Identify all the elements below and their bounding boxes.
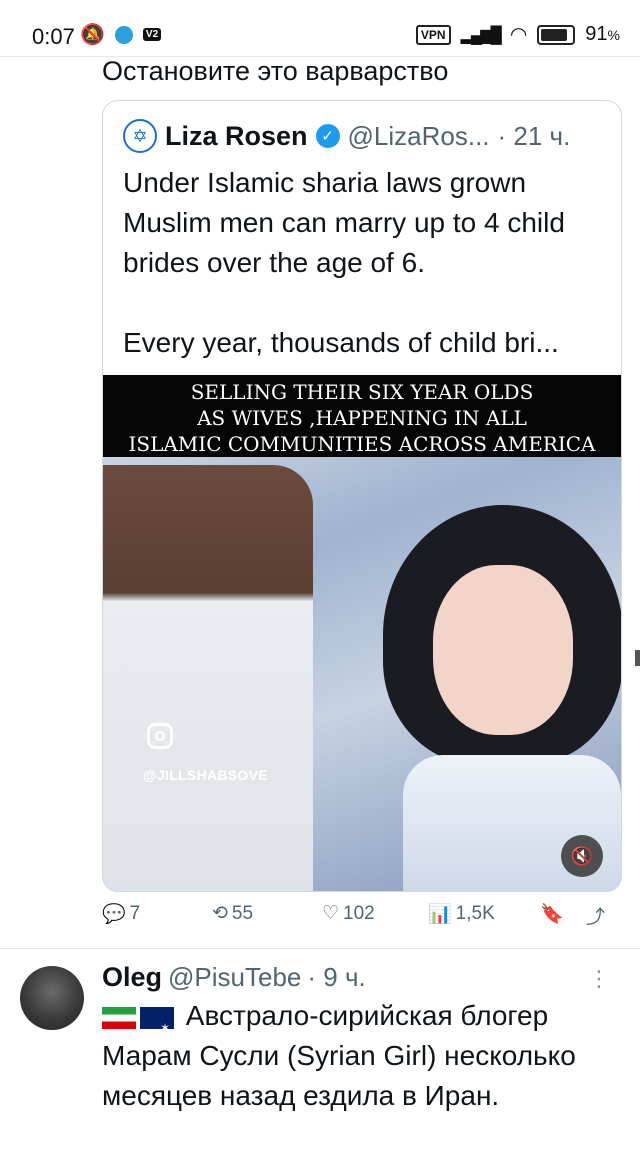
mute-button[interactable]: 🔇 bbox=[561, 835, 603, 877]
video-girl-face bbox=[433, 565, 573, 735]
views-count: 1,5K bbox=[455, 903, 495, 924]
video-watermark: @JILLSHABSOVE bbox=[143, 767, 268, 783]
like-count: 102 bbox=[343, 902, 375, 924]
banner-line: ISLAMIC COMMUNITIES ACROSS AMERICA bbox=[128, 432, 596, 456]
quoted-tweet-paragraph: Every year, thousands of child bri... bbox=[123, 327, 559, 358]
status-icons-left: 🔕 V2 bbox=[80, 22, 162, 47]
quoted-tweet-card[interactable]: ✡ Liza Rosen ✓ @LizaRos... · 21 ч. Under… bbox=[102, 100, 622, 892]
signal-icon: ▂▄▆█ bbox=[460, 26, 502, 44]
australia-flag-icon bbox=[140, 1006, 174, 1048]
status-icons-right: VPN ▂▄▆█ ◠ 91% bbox=[415, 22, 620, 47]
quoted-tweet-time: · 21 ч. bbox=[497, 120, 571, 151]
reply-author-name[interactable]: Oleg bbox=[102, 962, 162, 993]
reply-author-avatar[interactable] bbox=[20, 966, 84, 1030]
retweet-button[interactable]: ⟲ 55 bbox=[212, 902, 253, 925]
telegram-icon bbox=[114, 25, 133, 44]
reply-button[interactable]: 💬 7 bbox=[102, 902, 140, 926]
banner-line: SELLING THEIR SIX YEAR OLDS bbox=[190, 380, 534, 404]
quoted-tweet-paragraph: Under Islamic sharia laws grown Muslim m… bbox=[123, 167, 565, 278]
reply-icon: 💬 bbox=[102, 904, 126, 925]
reply-header: Oleg @PisuTebe · 9 ч. bbox=[102, 962, 366, 993]
heart-icon: ♡ bbox=[322, 903, 340, 924]
quoted-author-name[interactable]: Liza Rosen bbox=[165, 121, 308, 152]
views-button[interactable]: 📊 1,5K bbox=[428, 902, 495, 926]
instagram-icon bbox=[147, 723, 173, 749]
v2-icon: V2 bbox=[142, 28, 162, 41]
do-not-disturb-icon: 🔕 bbox=[80, 24, 105, 46]
verified-badge-icon: ✓ bbox=[315, 124, 340, 148]
wifi-icon: ◠ bbox=[509, 24, 528, 46]
status-time: 0:07 bbox=[32, 24, 75, 49]
reply-author-handle[interactable]: @PisuTebe bbox=[168, 962, 301, 993]
bookmark-button[interactable]: 🔖 bbox=[540, 902, 564, 926]
like-button[interactable]: ♡ 102 bbox=[322, 902, 375, 925]
reply-time: · 9 ч. bbox=[307, 962, 366, 992]
video-caption-banner: SELLING THEIR SIX YEAR OLDS AS WIVES ,HA… bbox=[103, 375, 621, 457]
quoted-author-handle[interactable]: @LizaRos... bbox=[348, 121, 490, 152]
reply-text: Австрало-сирийская блогер Марам Сусли (S… bbox=[102, 996, 622, 1116]
iran-flag-icon bbox=[102, 1006, 136, 1029]
tweet-divider bbox=[0, 948, 640, 949]
status-bar: 0:07 🔕 V2 VPN ▂▄▆█ ◠ 91% bbox=[0, 0, 640, 57]
retweet-count: 55 bbox=[231, 902, 254, 924]
reply-tweet[interactable]: Oleg @PisuTebe · 9 ч. ⋮ Австрало-сирийск… bbox=[0, 950, 640, 1160]
quoted-tweet-header: ✡ Liza Rosen ✓ @LizaRos... · 21 ч. bbox=[123, 119, 570, 153]
quoted-tweet-body: Under Islamic sharia laws grown Muslim m… bbox=[123, 163, 603, 403]
reply-count: 7 bbox=[129, 903, 141, 924]
retweet-icon: ⟲ bbox=[212, 903, 228, 924]
bookmark-icon: 🔖 bbox=[540, 904, 564, 925]
vpn-icon: VPN bbox=[415, 24, 451, 45]
battery-percent: 91% bbox=[585, 23, 620, 45]
tweet-text: Остановите это варварство bbox=[102, 56, 449, 86]
banner-line: AS WIVES ,HAPPENING IN ALL bbox=[197, 406, 527, 430]
tweet-actions: 💬 7 ⟲ 55 ♡ 102 📊 1,5K 🔖 ⤴ bbox=[102, 902, 620, 938]
more-options-icon[interactable]: ⋮ bbox=[588, 966, 610, 992]
battery-icon bbox=[537, 24, 576, 45]
quoted-author-avatar[interactable]: ✡ bbox=[123, 119, 157, 153]
views-chart-icon: 📊 bbox=[428, 904, 452, 925]
video-man-figure bbox=[103, 465, 313, 891]
share-icon: ⤴ bbox=[586, 907, 606, 928]
share-button[interactable]: ⤴ bbox=[586, 902, 605, 929]
video-player[interactable]: SELLING THEIR SIX YEAR OLDS AS WIVES ,HA… bbox=[103, 375, 621, 891]
speaker-muted-icon: 🔇 bbox=[570, 845, 594, 866]
scroll-indicator bbox=[635, 650, 640, 666]
